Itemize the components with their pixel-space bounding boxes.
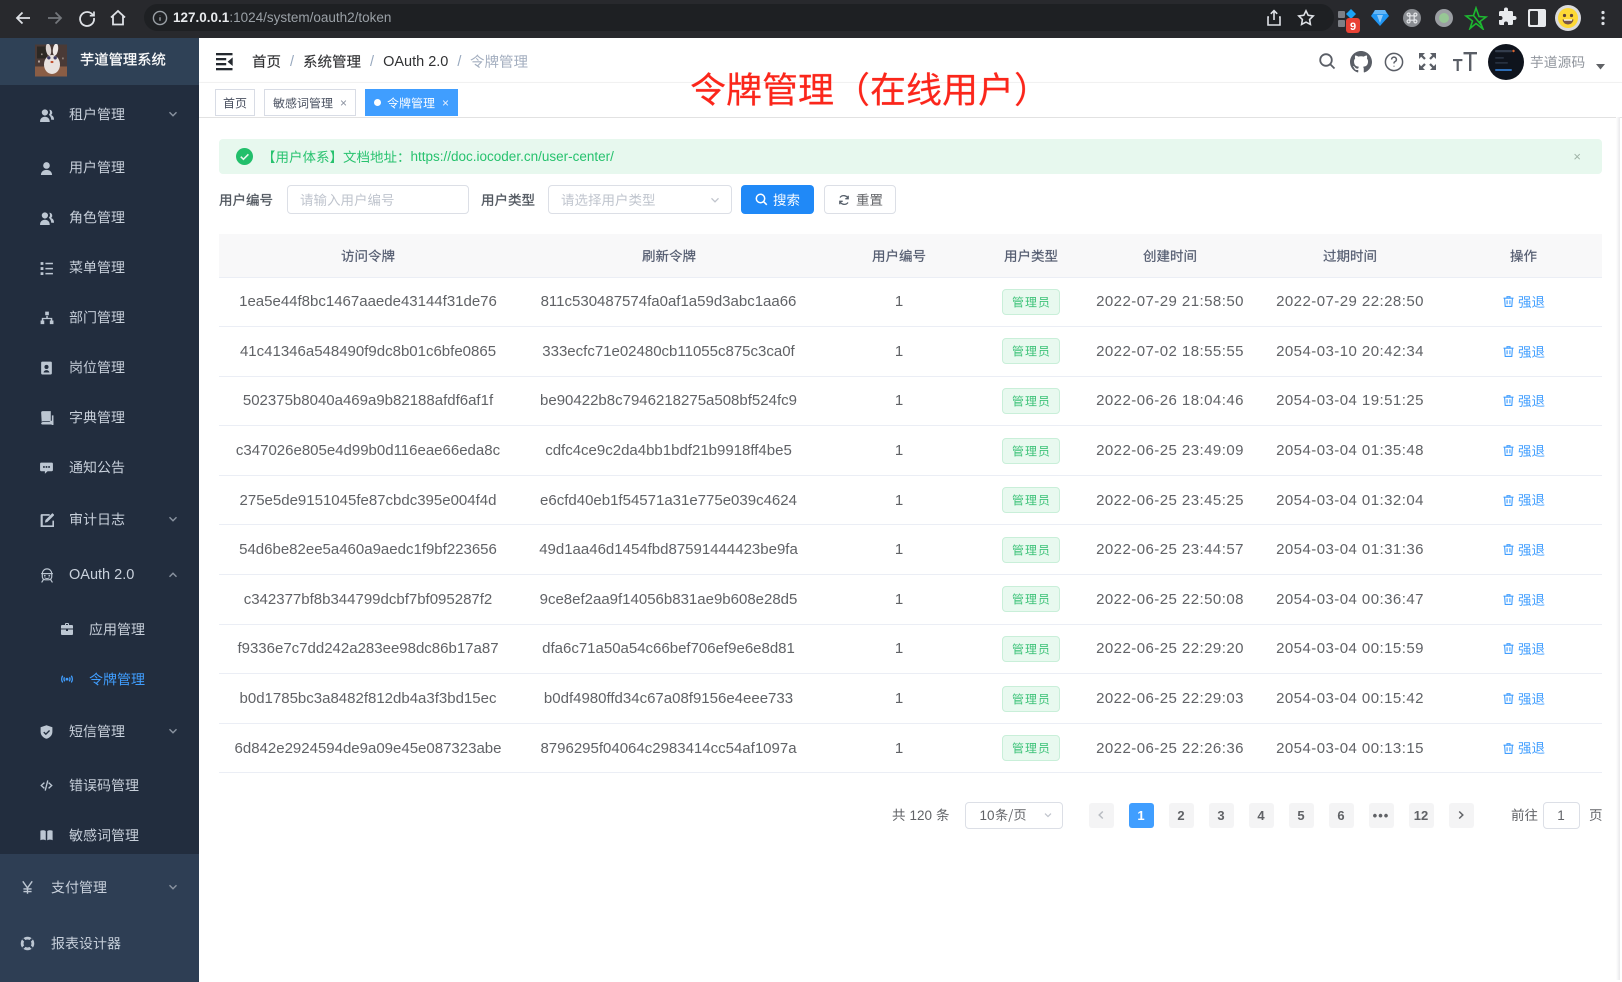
- svg-text:9: 9: [1350, 21, 1356, 33]
